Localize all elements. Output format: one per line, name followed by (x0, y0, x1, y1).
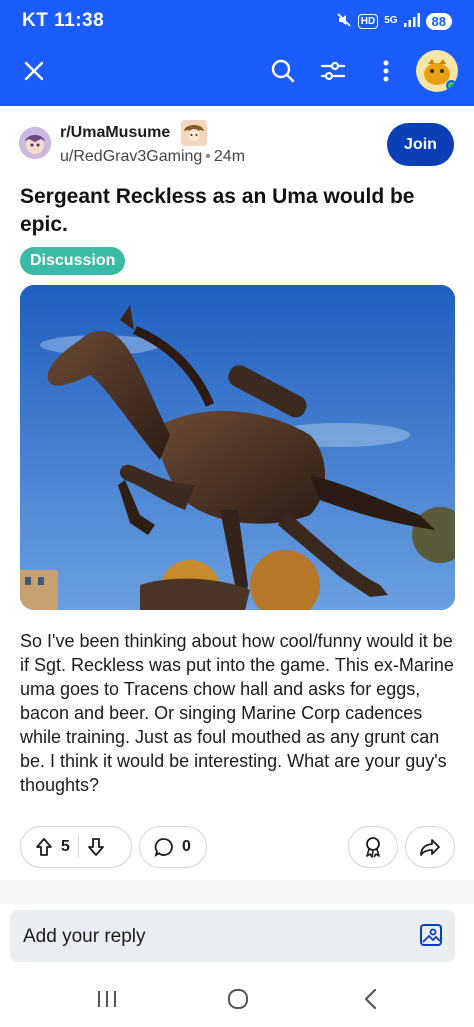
network-label: 5G (384, 15, 398, 26)
section-divider (0, 880, 474, 904)
vote-divider (77, 836, 79, 858)
join-button[interactable]: Join (387, 123, 454, 166)
post-title: Sergeant Reckless as an Uma would be epi… (20, 185, 415, 236)
user-flair-icon (181, 120, 207, 146)
status-icons: HD 5G 88 (336, 10, 452, 32)
filter-icon[interactable] (318, 56, 348, 86)
upvote-icon[interactable] (35, 837, 53, 857)
online-status-dot (446, 80, 457, 91)
more-icon[interactable] (371, 56, 401, 86)
post-age: 24m (213, 148, 246, 165)
post-flair[interactable]: Discussion (20, 247, 126, 275)
horse-statue-image[interactable] (20, 285, 455, 610)
share-icon (419, 838, 441, 856)
vote-count: 5 (61, 838, 70, 855)
hd-badge: HD (357, 13, 379, 29)
meta-separator: • (205, 148, 211, 165)
subreddit-name[interactable]: r/UmaMusume (60, 124, 170, 142)
close-icon[interactable] (19, 56, 49, 86)
signal-icon (403, 12, 420, 30)
status-bar: KT 11:38 HD 5G 88 (0, 0, 474, 44)
downvote-icon[interactable] (87, 837, 105, 857)
subreddit-avatar[interactable] (19, 127, 51, 159)
author-name[interactable]: u/RedGrav3Gaming (60, 148, 202, 165)
system-nav-bar (0, 970, 474, 1027)
mute-icon (336, 12, 352, 31)
comment-count: 0 (182, 838, 191, 855)
vote-control: 5 (20, 826, 132, 868)
battery-indicator: 88 (425, 12, 452, 30)
award-button[interactable] (348, 826, 398, 868)
top-app-bar: KT 11:38 HD 5G 88 (0, 0, 474, 106)
award-icon (363, 836, 383, 858)
recent-apps-icon[interactable] (92, 986, 122, 1012)
reply-placeholder: Add your reply (23, 926, 146, 947)
share-button[interactable] (405, 826, 455, 868)
comments-button[interactable]: 0 (139, 826, 207, 868)
profile-avatar[interactable] (416, 50, 458, 92)
status-time: KT 11:38 (22, 10, 105, 31)
post-meta: u/RedGrav3Gaming • 24m (60, 148, 245, 166)
home-icon[interactable] (223, 986, 253, 1012)
post-body: So I've been thinking about how cool/fun… (20, 631, 454, 795)
reply-input[interactable]: Add your reply (10, 910, 455, 962)
image-attach-icon[interactable] (419, 923, 443, 947)
comment-icon (154, 837, 174, 857)
back-icon[interactable] (356, 986, 386, 1012)
search-icon[interactable] (268, 56, 298, 86)
